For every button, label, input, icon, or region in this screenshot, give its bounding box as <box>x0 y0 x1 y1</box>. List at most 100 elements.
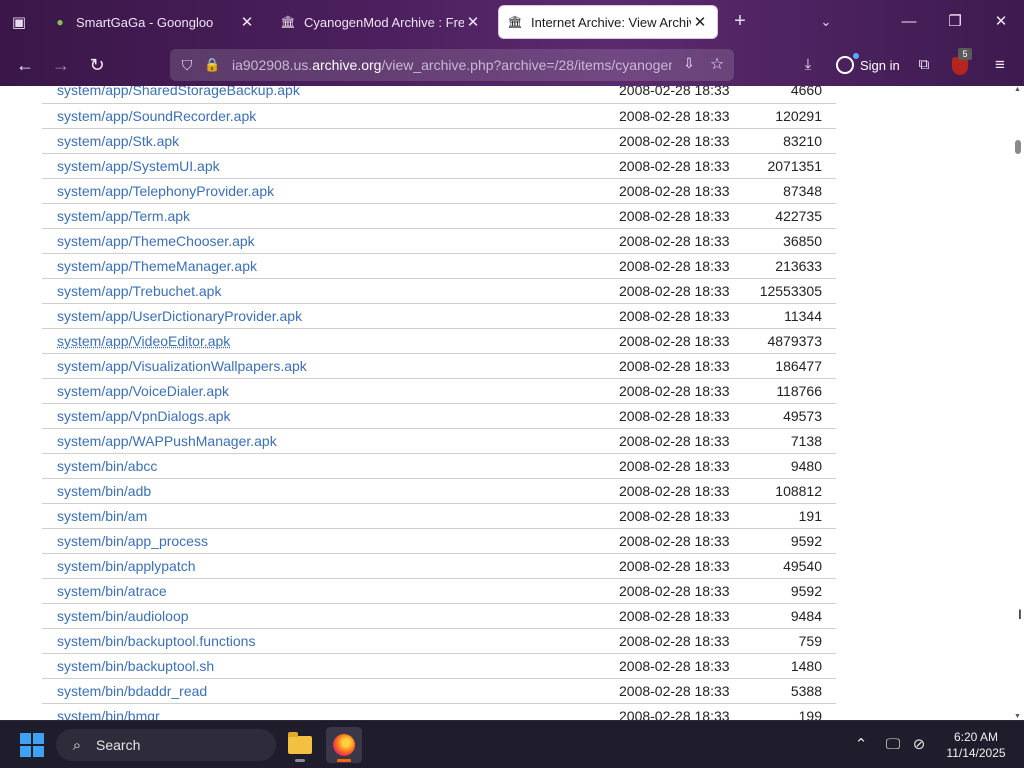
forward-icon[interactable]: → <box>48 53 74 77</box>
file-name-cell: system/app/SystemUI.apk <box>42 153 619 179</box>
taskbar-search-box[interactable]: ⌕ Search <box>56 729 276 761</box>
active-indicator <box>337 759 351 762</box>
bookmark-star-icon[interactable]: ☆ <box>706 54 728 76</box>
file-explorer-button[interactable] <box>282 727 318 763</box>
scroll-down-icon[interactable]: ▼ <box>1014 713 1022 720</box>
file-link[interactable]: system/bin/backuptool.sh <box>57 658 214 674</box>
file-row: system/app/ThemeChooser.apk 2008-02-28 18… <box>42 228 836 254</box>
file-link[interactable]: system/app/ThemeChooser.apk <box>57 233 255 249</box>
file-link[interactable]: system/app/Term.apk <box>57 208 190 224</box>
hamburger-menu-icon[interactable]: ≡ <box>988 54 1012 76</box>
new-tab-icon[interactable]: + <box>728 10 752 34</box>
file-size-cell: 9592 <box>759 578 836 604</box>
file-row: system/bin/bmgr 2008-02-28 18:33 199 <box>42 703 836 720</box>
tab-cyanogenmod-archive[interactable]: 🏛 CyanogenMod Archive : Free Di ✕ <box>272 5 490 39</box>
windows-start-icon[interactable] <box>20 733 44 757</box>
file-link[interactable]: system/app/WAPPushManager.apk <box>57 433 277 449</box>
file-size-cell: 108812 <box>759 478 836 504</box>
file-date-cell: 2008-02-28 18:33 <box>619 103 759 129</box>
file-link[interactable]: system/app/ThemeManager.apk <box>57 258 257 274</box>
tab-bar: ▣ ● SmartGaGa - Goongloo ✕ 🏛 CyanogenMod… <box>0 0 1024 44</box>
vertical-scrollbar[interactable]: ▲ ▼ <box>1012 86 1024 720</box>
url-path: /view_archive.php?archive=/28/items/cyan… <box>381 57 672 73</box>
display-icon[interactable]: 🖵 <box>882 734 904 756</box>
file-row: system/app/TelephonyProvider.apk 2008-02-… <box>42 178 836 204</box>
show-hidden-icons-chevron-icon[interactable]: ⌃ <box>850 734 872 756</box>
file-link[interactable]: system/app/SystemUI.apk <box>57 158 220 174</box>
close-window-icon[interactable]: ✕ <box>986 8 1016 36</box>
file-name-cell: system/app/VisualizationWallpapers.apk <box>42 353 619 379</box>
firefox-taskbar-button[interactable] <box>326 727 362 763</box>
file-date-cell: 2008-02-28 18:33 <box>619 553 759 579</box>
ublock-extension-button[interactable]: 5 <box>950 48 972 76</box>
back-icon[interactable]: ← <box>12 53 38 77</box>
file-name-cell: system/bin/applypatch <box>42 553 619 579</box>
file-link[interactable]: system/bin/abcc <box>57 458 157 474</box>
file-row: system/bin/abcc 2008-02-28 18:33 9480 <box>42 453 836 479</box>
file-name-cell: system/app/TelephonyProvider.apk <box>42 178 619 204</box>
file-size-cell: 118766 <box>759 378 836 404</box>
file-link[interactable]: system/bin/atrace <box>57 583 167 599</box>
restore-icon[interactable]: ❐ <box>940 8 970 36</box>
tab-overview-icon[interactable]: ▣ <box>6 10 32 34</box>
file-size-cell: 9480 <box>759 453 836 479</box>
file-size-cell: 5388 <box>759 678 836 704</box>
tab-smartgaga[interactable]: ● SmartGaGa - Goongloo ✕ <box>44 5 264 39</box>
scroll-up-icon[interactable]: ▲ <box>1014 86 1022 93</box>
sign-in-button[interactable]: Sign in <box>830 50 904 80</box>
downloads-icon[interactable]: ⤓ <box>796 54 820 76</box>
file-link[interactable]: system/bin/adb <box>57 483 151 499</box>
file-link[interactable]: system/bin/bmgr <box>57 708 160 721</box>
save-to-pocket-icon[interactable]: ⇩ <box>678 55 700 75</box>
file-link[interactable]: system/app/UserDictionaryProvider.apk <box>57 308 302 324</box>
file-row: system/app/WAPPushManager.apk 2008-02-28 … <box>42 428 836 454</box>
file-link[interactable]: system/app/Trebuchet.apk <box>57 283 221 299</box>
file-date-cell: 2008-02-28 18:33 <box>619 453 759 479</box>
file-link[interactable]: system/bin/audioloop <box>57 608 189 624</box>
clock-time: 6:20 AM <box>953 730 999 744</box>
address-bar[interactable]: ⛉ 🔒 ia902908.us.archive.org/view_archive… <box>170 49 734 81</box>
minimize-icon[interactable]: — <box>894 8 924 36</box>
file-row: system/bin/backuptool.sh 2008-02-28 18:33… <box>42 653 836 679</box>
file-row: system/bin/atrace 2008-02-28 18:33 9592 <box>42 578 836 604</box>
file-link[interactable]: system/app/VisualizationWallpapers.apk <box>57 358 307 374</box>
file-link[interactable]: system/app/VpnDialogs.apk <box>57 408 231 424</box>
reload-icon[interactable]: ↻ <box>84 53 110 77</box>
file-link[interactable]: system/bin/am <box>57 508 147 524</box>
file-date-cell: 2008-02-28 18:33 <box>619 203 759 229</box>
file-date-cell: 2008-02-28 18:33 <box>619 328 759 354</box>
file-link[interactable]: system/bin/app_process <box>57 533 208 549</box>
search-icon: ⌕ <box>72 736 82 754</box>
scrollbar-thumb[interactable] <box>1015 140 1021 154</box>
tracking-protection-icon[interactable]: ⛉ <box>178 55 196 75</box>
file-date-cell: 2008-02-28 18:33 <box>619 403 759 429</box>
lock-icon[interactable]: 🔒 <box>204 55 220 75</box>
file-link[interactable]: system/bin/applypatch <box>57 558 196 574</box>
file-link[interactable]: system/app/TelephonyProvider.apk <box>57 183 274 199</box>
file-name-cell: system/app/VideoEditor.apk <box>42 328 619 354</box>
file-link[interactable]: system/app/VoiceDialer.apk <box>57 383 229 399</box>
file-link[interactable]: system/app/SharedStorageBackup.apk <box>57 86 300 98</box>
file-link[interactable]: system/bin/backuptool.functions <box>57 633 255 649</box>
file-name-cell: system/app/Stk.apk <box>42 128 619 154</box>
file-date-cell: 2008-02-28 18:33 <box>619 153 759 179</box>
system-clock[interactable]: 6:20 AM 11/14/2025 <box>936 729 1016 761</box>
extensions-puzzle-icon[interactable]: ⧉ <box>912 54 936 76</box>
file-size-cell: 83210 <box>759 128 836 154</box>
mouse-cursor-icon: I <box>1018 606 1022 622</box>
file-link[interactable]: system/app/SoundRecorder.apk <box>57 108 256 124</box>
tab-internet-archive-view[interactable]: 🏛 Internet Archive: View Archive ✕ <box>498 5 718 39</box>
file-link[interactable]: system/app/Stk.apk <box>57 133 179 149</box>
url-text[interactable]: ia902908.us.archive.org/view_archive.php… <box>232 57 672 75</box>
account-icon <box>836 53 859 74</box>
file-link[interactable]: system/bin/bdaddr_read <box>57 683 207 699</box>
close-tab-icon[interactable]: ✕ <box>691 13 709 31</box>
close-tab-icon[interactable]: ✕ <box>238 13 256 31</box>
file-date-cell: 2008-02-28 18:33 <box>619 178 759 204</box>
file-row: system/app/VoiceDialer.apk 2008-02-28 18:… <box>42 378 836 404</box>
file-date-cell: 2008-02-28 18:33 <box>619 378 759 404</box>
file-link[interactable]: system/app/VideoEditor.apk <box>57 333 230 349</box>
close-tab-icon[interactable]: ✕ <box>464 13 482 31</box>
list-all-tabs-icon[interactable]: ⌄ <box>814 10 838 34</box>
network-icon[interactable]: ⊘ <box>908 734 930 756</box>
